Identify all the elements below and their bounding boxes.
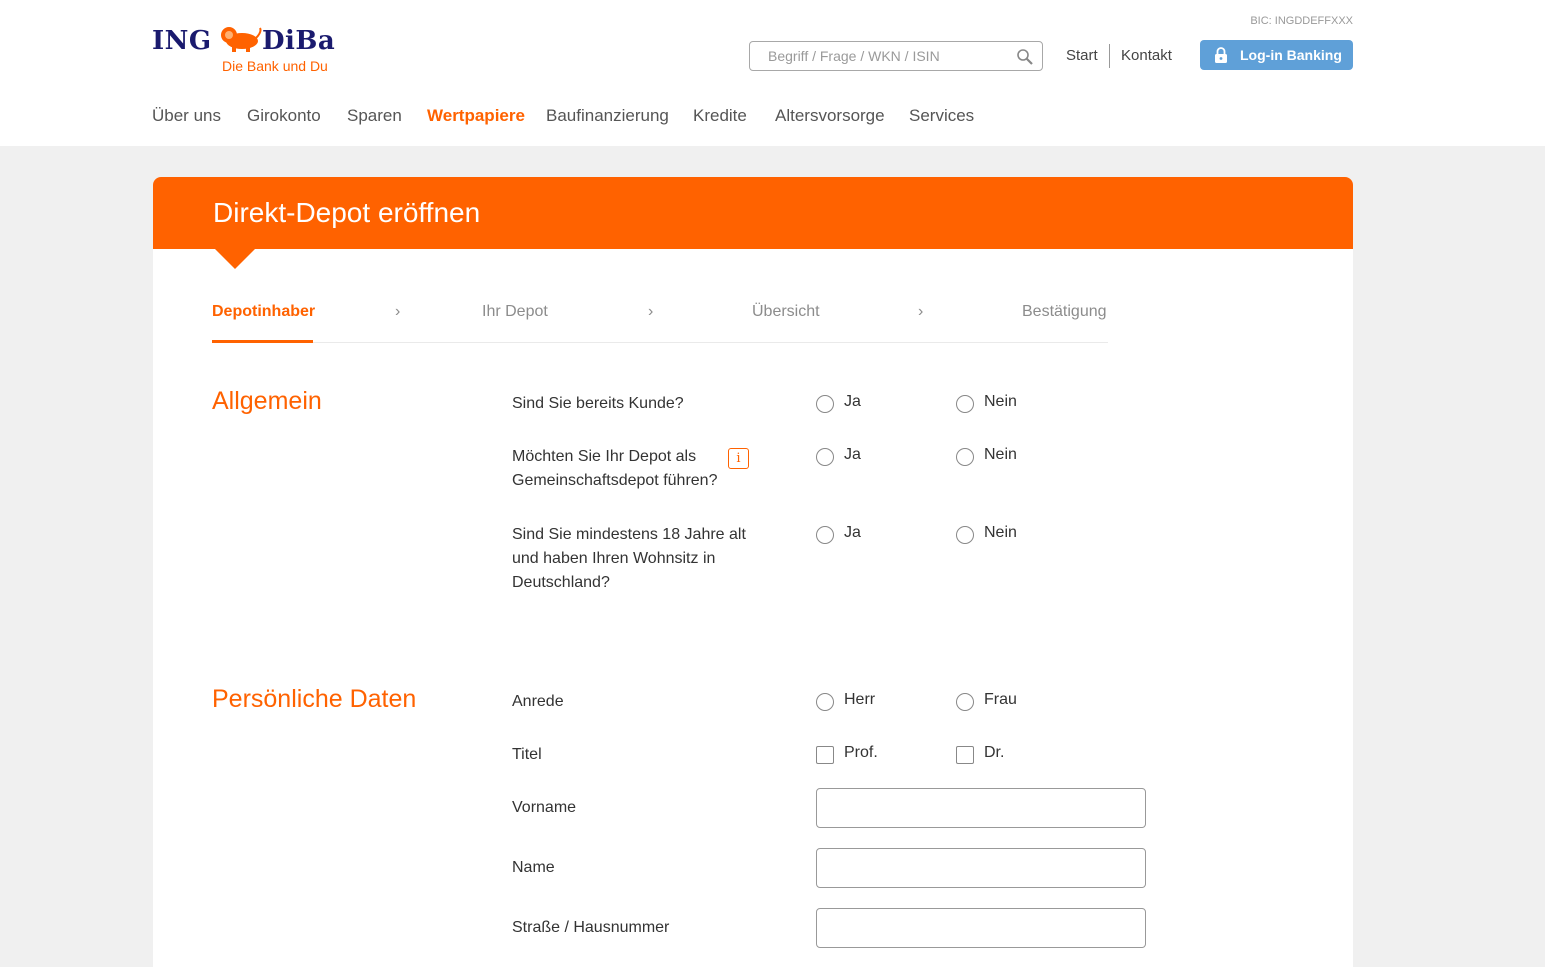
start-link[interactable]: Start	[1066, 47, 1098, 64]
radio-circle[interactable]	[956, 693, 974, 711]
step-chevron-icon: ›	[918, 303, 924, 320]
step-ihr-depot: Ihr Depot	[482, 303, 548, 320]
question-volljaehrig-wohnsitz: Sind Sie mindestens 18 Jahre alt und hab…	[512, 526, 746, 591]
page-banner: Direkt-Depot eröffnen	[153, 177, 1353, 269]
radio-label: Ja	[844, 446, 861, 463]
nav-item-altersvorsorge[interactable]: Altersvorsorge	[775, 106, 885, 126]
nav-item-services[interactable]: Services	[909, 106, 974, 126]
radio-circle[interactable]	[816, 526, 834, 544]
checkbox-box[interactable]	[816, 746, 834, 764]
nav-item-sparen[interactable]: Sparen	[347, 106, 402, 126]
label-anrede: Anrede	[512, 693, 564, 710]
site-header: ING DiBa Die Bank und Du BIC: INGDDEFFXX…	[0, 0, 1545, 146]
name-field[interactable]	[816, 848, 1146, 888]
depot-form-card: Direkt-Depot eröffnen Depotinhaber › Ihr…	[153, 177, 1353, 967]
login-banking-label: Log-in Banking	[1240, 47, 1342, 63]
radio-label: Nein	[984, 524, 1017, 541]
checkbox-label: Prof.	[844, 744, 878, 761]
step-chevron-icon: ›	[395, 303, 401, 320]
progress-steps: Depotinhaber › Ihr Depot › Übersicht › B…	[212, 297, 1108, 343]
radio-label: Frau	[984, 691, 1017, 708]
radio-label: Nein	[984, 393, 1017, 410]
active-step-indicator	[212, 340, 313, 343]
nav-item-baufinanzierung[interactable]: Baufinanzierung	[546, 106, 669, 126]
radio-circle[interactable]	[816, 693, 834, 711]
radio-circle[interactable]	[816, 395, 834, 413]
nav-item-ueber-uns[interactable]: Über uns	[152, 106, 221, 126]
nav-item-girokonto[interactable]: Girokonto	[247, 106, 321, 126]
label-titel: Titel	[512, 746, 542, 763]
logo-brand-right: DiBa	[262, 26, 336, 56]
radio-label: Ja	[844, 524, 861, 541]
lock-icon	[1215, 47, 1227, 63]
step-bestaetigung: Bestätigung	[1022, 303, 1107, 320]
vorname-field[interactable]	[816, 788, 1146, 828]
radio-label: Ja	[844, 393, 861, 410]
logo-tagline: Die Bank und Du	[222, 58, 328, 74]
radio-circle[interactable]	[956, 395, 974, 413]
search-box	[749, 41, 1043, 71]
login-banking-button[interactable]: Log-in Banking	[1200, 40, 1353, 70]
header-link-divider	[1109, 44, 1110, 68]
radio-label: Herr	[844, 691, 876, 708]
checkbox-label: Dr.	[984, 744, 1005, 761]
search-input[interactable]	[750, 42, 1010, 70]
question-bereits-kunde: Sind Sie bereits Kunde?	[512, 395, 684, 412]
kontakt-link[interactable]: Kontakt	[1121, 47, 1172, 64]
logo-wordmark: ING DiBa	[152, 26, 335, 56]
radio-circle[interactable]	[956, 448, 974, 466]
radio-circle[interactable]	[816, 448, 834, 466]
bic-code: BIC: INGDDEFFXXX	[1250, 15, 1353, 27]
nav-item-wertpapiere[interactable]: Wertpapiere	[427, 106, 525, 126]
info-icon[interactable]: i	[728, 448, 749, 469]
strasse-hausnummer-field[interactable]	[816, 908, 1146, 948]
page-title: Direkt-Depot eröffnen	[213, 197, 481, 228]
section-title-persoenliche-daten: Persönliche Daten	[212, 685, 417, 713]
step-chevron-icon: ›	[648, 303, 654, 320]
checkbox-box[interactable]	[956, 746, 974, 764]
ing-diba-logo[interactable]: ING DiBa Die Bank und Du	[152, 24, 335, 80]
radio-circle[interactable]	[956, 526, 974, 544]
step-depotinhaber: Depotinhaber	[212, 303, 316, 320]
radio-label: Nein	[984, 446, 1017, 463]
label-name: Name	[512, 859, 555, 876]
label-strasse-hausnummer: Straße / Hausnummer	[512, 919, 670, 936]
lion-logo-icon	[221, 27, 262, 52]
label-vorname: Vorname	[512, 799, 577, 816]
step-uebersicht: Übersicht	[752, 303, 820, 320]
search-icon[interactable]	[1016, 48, 1034, 66]
banner-notch	[215, 249, 255, 269]
section-title-allgemein: Allgemein	[212, 387, 322, 415]
logo-brand-left: ING	[152, 26, 212, 56]
question-gemeinschaftsdepot: Möchten Sie Ihr Depot als Gemeinschaftsd…	[512, 448, 718, 489]
nav-item-kredite[interactable]: Kredite	[693, 106, 747, 126]
